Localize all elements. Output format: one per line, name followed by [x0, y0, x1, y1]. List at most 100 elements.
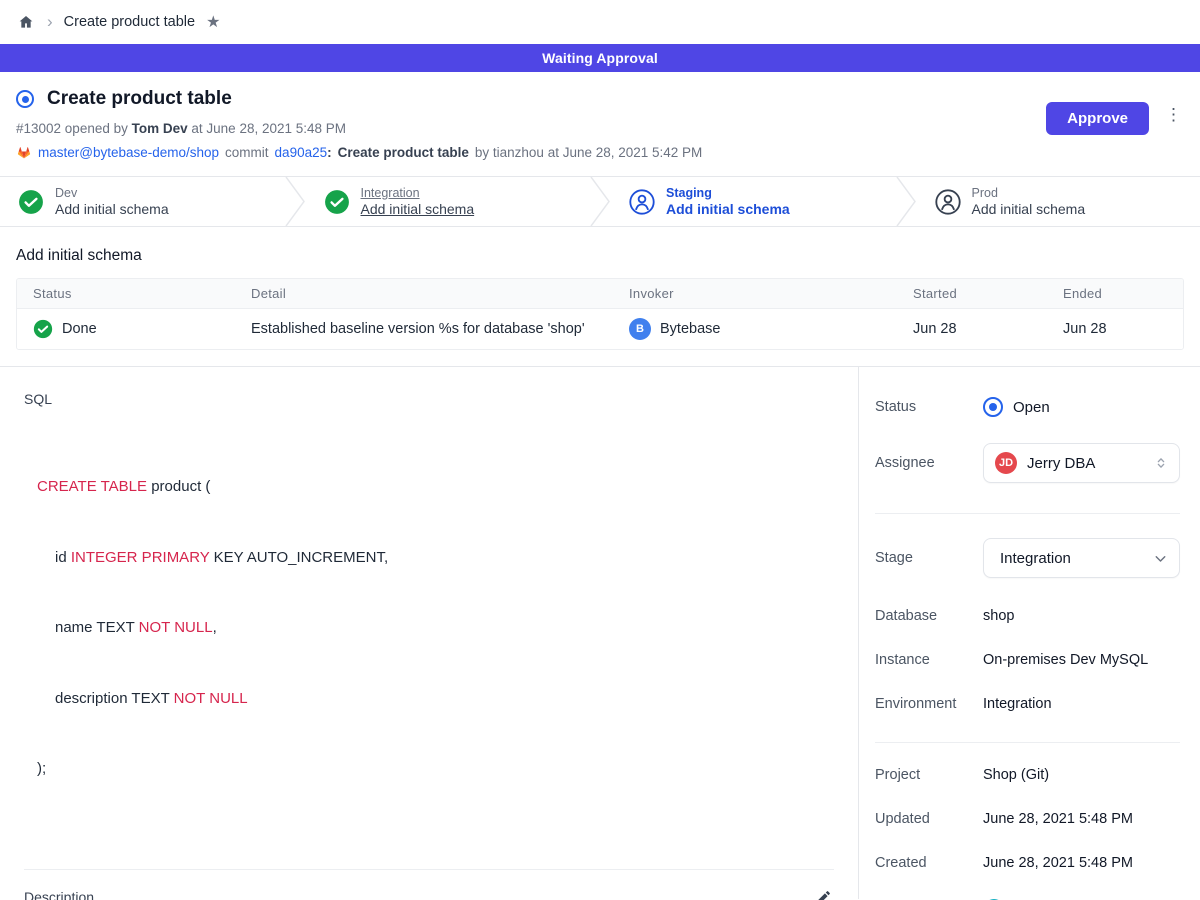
assignee-value: Jerry DBA — [1027, 455, 1143, 472]
status-row: Status Open — [875, 397, 1180, 417]
col-ended: Ended — [1047, 286, 1183, 301]
database-label: Database — [875, 608, 983, 624]
commit-hash-link[interactable]: da90a25 — [275, 145, 328, 160]
instance-label: Instance — [875, 652, 983, 668]
col-status: Status — [17, 286, 235, 301]
project-label: Project — [875, 767, 983, 783]
stage-integration[interactable]: Integration Add initial schema — [306, 177, 590, 226]
sidebar-divider — [875, 513, 1180, 514]
stage-task-label: Add initial schema — [55, 201, 169, 217]
sql-line: description TEXT NOT NULL — [37, 687, 834, 711]
approve-button[interactable]: Approve — [1046, 102, 1149, 135]
instance-value[interactable]: On-premises Dev MySQL — [983, 652, 1148, 668]
status-label: Status — [875, 399, 983, 415]
created-value: June 28, 2021 5:48 PM — [983, 855, 1133, 871]
col-invoker: Invoker — [613, 286, 897, 301]
updated-row: Updated June 28, 2021 5:48 PM — [875, 811, 1180, 827]
stage-row: Stage Integration — [875, 538, 1180, 578]
stage-prod[interactable]: Prod Add initial schema — [917, 177, 1200, 226]
sql-code-block: CREATE TABLE product ( id INTEGER PRIMAR… — [37, 428, 834, 828]
environment-value[interactable]: Integration — [983, 696, 1052, 712]
breadcrumb-chevron-icon: › — [47, 13, 53, 30]
task-table-header: Status Detail Invoker Started Ended — [17, 279, 1183, 309]
issue-meta-author: Tom Dev — [132, 121, 188, 136]
assignee-avatar: JD — [995, 452, 1017, 474]
stage-env-label: Staging — [666, 186, 790, 200]
approval-banner: Waiting Approval — [0, 44, 1200, 72]
sql-label: SQL — [24, 391, 834, 407]
issue-open-status-icon — [16, 90, 34, 108]
breadcrumb: › Create product table ★ — [0, 0, 1200, 44]
person-circle-icon — [935, 189, 961, 215]
person-circle-icon — [629, 189, 655, 215]
edit-description-button[interactable] — [813, 887, 834, 900]
stage-select[interactable]: Integration — [983, 538, 1180, 578]
stage-label: Stage — [875, 550, 983, 566]
stage-task-label: Add initial schema — [666, 201, 790, 217]
database-value[interactable]: shop — [983, 608, 1014, 624]
up-down-chevron-icon — [1153, 455, 1169, 471]
col-started: Started — [897, 286, 1047, 301]
task-started: Jun 28 — [897, 321, 1047, 337]
stage-env-label: Prod — [972, 186, 1086, 200]
assignee-row: Assignee JD Jerry DBA — [875, 443, 1180, 483]
sql-line: ); — [37, 757, 834, 781]
breadcrumb-page-title: Create product table — [64, 14, 195, 30]
kebab-menu-icon[interactable]: ⋮ — [1163, 102, 1184, 127]
sidebar-divider — [875, 742, 1180, 743]
pipeline-stages: Dev Add initial schema Integration Add i… — [0, 176, 1200, 227]
database-row: Database shop — [875, 608, 1180, 624]
stage-value: Integration — [995, 550, 1142, 567]
commit-line: master@bytebase-demo/shop commit da90a25… — [16, 144, 702, 160]
assignee-select[interactable]: JD Jerry DBA — [983, 443, 1180, 483]
chevron-down-icon — [1152, 550, 1169, 567]
check-circle-icon — [18, 189, 44, 215]
instance-row: Instance On-premises Dev MySQL — [875, 652, 1180, 668]
issue-meta-prefix: #13002 opened by — [16, 121, 128, 136]
commit-byline: by tianzhou at June 28, 2021 5:42 PM — [475, 145, 702, 160]
commit-word: commit — [225, 145, 269, 160]
commit-branch-link[interactable]: master@bytebase-demo/shop — [38, 145, 219, 160]
task-heading: Add initial schema — [16, 247, 1184, 265]
stage-separator — [589, 177, 611, 226]
header-actions: Approve ⋮ — [1046, 102, 1184, 176]
task-row[interactable]: Done Established baseline version %s for… — [17, 309, 1183, 349]
task-status: Done — [62, 321, 97, 337]
task-invoker: Bytebase — [660, 321, 720, 337]
created-row: Created June 28, 2021 5:48 PM — [875, 855, 1180, 871]
stage-separator — [895, 177, 917, 226]
updated-value: June 28, 2021 5:48 PM — [983, 811, 1133, 827]
created-label: Created — [875, 855, 983, 871]
sql-line: id INTEGER PRIMARY KEY AUTO_INCREMENT, — [37, 546, 834, 570]
task-ended: Jun 28 — [1047, 321, 1183, 337]
sql-line: name TEXT NOT NULL, — [37, 616, 834, 640]
commit-colon: : — [327, 145, 332, 160]
main-content: SQL CREATE TABLE product ( id INTEGER PR… — [0, 367, 1200, 899]
stage-separator — [284, 177, 306, 226]
star-icon[interactable]: ★ — [206, 12, 220, 32]
stage-env-label: Integration — [361, 186, 475, 200]
check-circle-icon — [33, 319, 53, 339]
updated-label: Updated — [875, 811, 983, 827]
issue-header-left: Create product table #13002 opened by To… — [16, 88, 702, 176]
check-circle-icon — [324, 189, 350, 215]
task-detail: Established baseline version %s for data… — [235, 321, 613, 337]
gitlab-icon — [16, 144, 32, 160]
description-label: Description — [24, 889, 94, 900]
stage-task-label: Add initial schema — [972, 201, 1086, 217]
stage-dev[interactable]: Dev Add initial schema — [0, 177, 284, 226]
stage-task-label: Add initial schema — [361, 201, 475, 217]
environment-row: Environment Integration — [875, 696, 1180, 712]
issue-header: Create product table #13002 opened by To… — [0, 72, 1200, 176]
description-divider — [24, 869, 834, 870]
col-detail: Detail — [235, 286, 613, 301]
task-table: Status Detail Invoker Started Ended Done… — [16, 278, 1184, 350]
approval-banner-text: Waiting Approval — [542, 50, 658, 66]
environment-label: Environment — [875, 696, 983, 712]
invoker-avatar: B — [629, 318, 651, 340]
project-value[interactable]: Shop (Git) — [983, 767, 1049, 783]
project-row: Project Shop (Git) — [875, 767, 1180, 783]
issue-title: Create product table — [47, 88, 232, 110]
home-icon[interactable] — [16, 12, 36, 32]
stage-staging[interactable]: Staging Add initial schema — [611, 177, 895, 226]
